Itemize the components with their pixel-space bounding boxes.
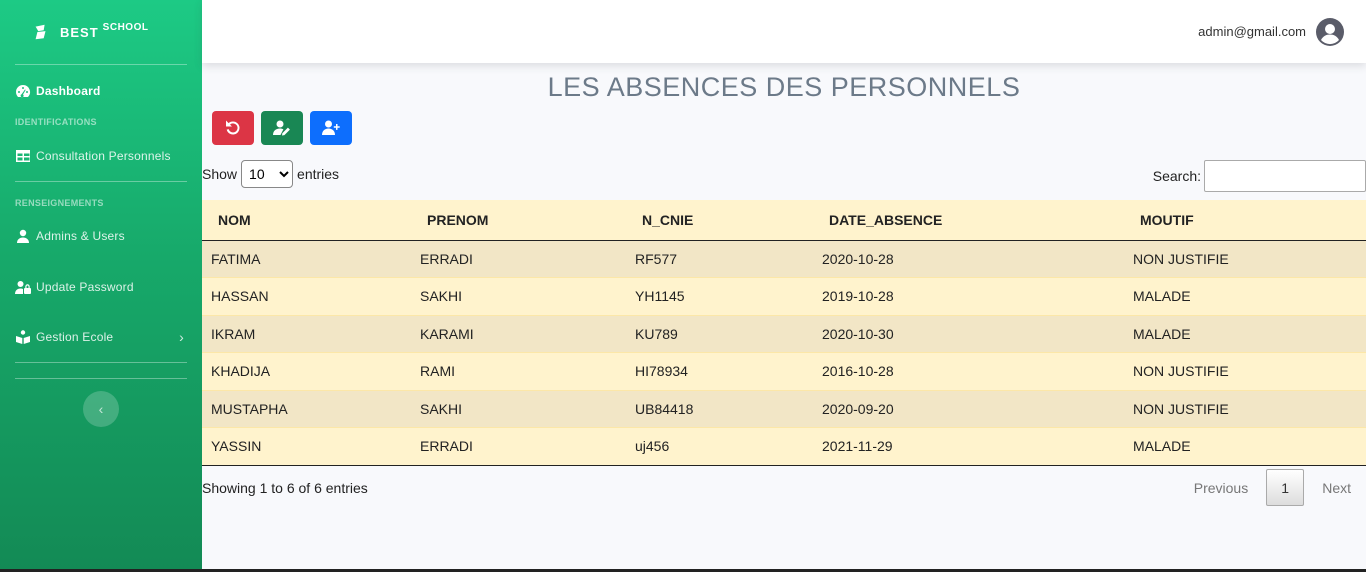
chevron-right-icon: › — [179, 329, 184, 345]
sidebar-item-dashboard[interactable]: Dashboard — [0, 65, 202, 117]
cell-n-cnie: KU789 — [635, 325, 678, 342]
user-plus-icon — [322, 120, 340, 135]
cell-nom: IKRAM — [211, 325, 256, 342]
user-lock-icon — [15, 281, 31, 294]
cell-date-absence: 2021-11-29 — [822, 438, 893, 455]
chevron-left-icon: ‹ — [98, 401, 104, 417]
table-row: FATIMA ERRADI RF577 2020-10-28 NON JUSTI… — [202, 240, 1366, 278]
absences-table: NOM PRENOM N_CNIE DATE_ABSENCE MOUTIF FA… — [202, 200, 1366, 466]
cell-n-cnie: YH1145 — [635, 288, 685, 305]
show-label: Show — [202, 166, 238, 182]
table-row: KHADIJA RAMI HI78934 2016-10-28 NON JUST… — [202, 352, 1366, 390]
edit-user-button[interactable] — [261, 111, 303, 145]
cell-n-cnie: uj456 — [635, 438, 670, 455]
sidebar-item-label: Update Password — [36, 280, 134, 294]
cell-nom: HASSAN — [211, 288, 269, 305]
table-info: Showing 1 to 6 of 6 entries — [202, 480, 368, 496]
cell-date-absence: 2016-10-28 — [822, 363, 894, 380]
column-header-moutif[interactable]: MOUTIF — [1124, 200, 1366, 241]
cell-prenom: RAMI — [420, 363, 455, 380]
sidebar-item-admins[interactable]: Admins & Users — [0, 210, 202, 262]
sidebar-toggle-button[interactable]: ‹ — [83, 391, 119, 427]
cell-prenom: SAKHI — [420, 400, 463, 417]
brand-sup: SCHOOL — [102, 21, 149, 33]
tachometer-icon — [16, 85, 31, 98]
cell-moutif: MALADE — [1133, 288, 1191, 305]
sidebar-item-label: Admins & Users — [36, 229, 125, 243]
topbar: admin@gmail.com — [202, 0, 1366, 63]
cell-nom: KHADIJA — [211, 363, 271, 380]
page-size-select[interactable]: 10 — [241, 160, 294, 188]
sidebar-item-update-password[interactable]: Update Password — [0, 262, 202, 312]
reset-button[interactable] — [212, 111, 254, 145]
sidebar-item-consultation[interactable]: Consultation Personnels — [0, 131, 202, 181]
cell-moutif: NON JUSTIFIE — [1133, 250, 1229, 267]
column-header-nom[interactable]: NOM — [202, 200, 411, 241]
sidebar-item-label: Gestion Ecole — [36, 330, 114, 344]
brand[interactable]: BEST SCHOOL — [0, 0, 202, 64]
user-icon — [17, 229, 29, 243]
search-label: Search: — [1152, 168, 1201, 184]
table-row: HASSAN SAKHI YH1145 2019-10-28 MALADE — [202, 277, 1366, 315]
cell-date-absence: 2020-10-30 — [822, 325, 894, 342]
sidebar-item-gestion-ecole[interactable]: Gestion Ecole › — [0, 312, 202, 362]
sidebar-divider — [15, 378, 187, 379]
book-reader-icon — [16, 330, 30, 344]
page-size-control: Show 10 entries — [202, 160, 339, 188]
brand-name: BEST — [60, 24, 99, 40]
previous-page-button[interactable]: Previous — [1194, 480, 1248, 496]
user-edit-icon — [273, 120, 290, 136]
table-row: MUSTAPHA SAKHI UB84418 2020-09-20 NON JU… — [202, 390, 1366, 428]
pagination: Previous 1 Next — [1194, 469, 1366, 506]
entries-label: entries — [297, 166, 340, 182]
cell-nom: YASSIN — [211, 438, 262, 455]
cell-date-absence: 2019-10-28 — [822, 288, 894, 305]
undo-icon — [226, 120, 240, 135]
user-email[interactable]: admin@gmail.com — [1198, 24, 1306, 39]
cell-prenom: KARAMI — [420, 325, 474, 342]
table-header-row: NOM PRENOM N_CNIE DATE_ABSENCE MOUTIF — [202, 200, 1366, 241]
cell-n-cnie: UB84418 — [635, 400, 694, 417]
user-avatar-icon[interactable] — [1316, 17, 1344, 46]
page-1-button[interactable]: 1 — [1266, 469, 1305, 506]
school-logo-icon — [35, 24, 46, 40]
add-user-button[interactable] — [310, 111, 352, 145]
cell-n-cnie: RF577 — [635, 250, 678, 267]
page-title: LES ABSENCES DES PERSONNELS — [547, 72, 1021, 102]
cell-prenom: ERRADI — [420, 250, 473, 267]
next-page-button[interactable]: Next — [1322, 480, 1351, 496]
cell-prenom: SAKHI — [420, 288, 463, 305]
sidebar-divider — [15, 181, 187, 182]
table-row: YASSIN ERRADI uj456 2021-11-29 MALADE — [202, 427, 1366, 465]
sidebar-item-label: Consultation Personnels — [36, 149, 171, 163]
column-header-n-cnie[interactable]: N_CNIE — [626, 200, 813, 241]
cell-n-cnie: HI78934 — [635, 363, 688, 380]
cell-nom: FATIMA — [211, 250, 261, 267]
cell-moutif: NON JUSTIFIE — [1133, 363, 1229, 380]
cell-nom: MUSTAPHA — [211, 400, 288, 417]
cell-moutif: MALADE — [1133, 438, 1191, 455]
search-input[interactable] — [1204, 160, 1366, 192]
column-header-date-absence[interactable]: DATE_ABSENCE — [813, 200, 1124, 241]
search-control: Search: — [1153, 160, 1366, 192]
cell-date-absence: 2020-10-28 — [822, 250, 894, 267]
cell-prenom: ERRADI — [420, 438, 473, 455]
sidebar-divider — [15, 362, 187, 363]
cell-date-absence: 2020-09-20 — [822, 400, 894, 417]
table-icon — [16, 150, 30, 162]
table-row: IKRAM KARAMI KU789 2020-10-30 MALADE — [202, 315, 1366, 353]
sidebar: BEST SCHOOL Dashboard IDENTIFICATIONS Co… — [0, 0, 202, 572]
sidebar-item-label: Dashboard — [36, 84, 101, 98]
cell-moutif: MALADE — [1133, 325, 1191, 342]
sidebar-heading-identifications: IDENTIFICATIONS — [15, 117, 97, 127]
cell-moutif: NON JUSTIFIE — [1133, 400, 1229, 417]
column-header-prenom[interactable]: PRENOM — [411, 200, 626, 241]
